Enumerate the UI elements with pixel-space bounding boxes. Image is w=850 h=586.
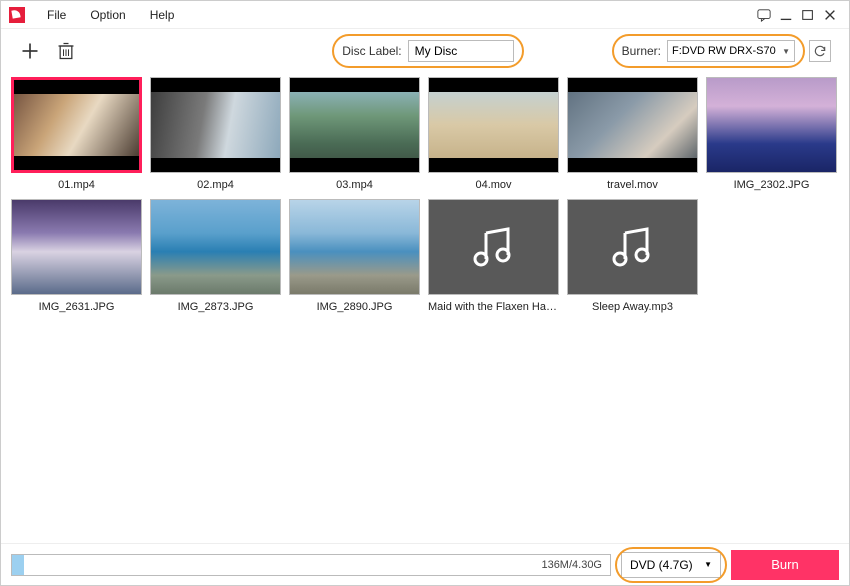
media-label: IMG_2302.JPG xyxy=(734,179,810,191)
media-label: IMG_2631.JPG xyxy=(39,301,115,313)
thumbnail[interactable] xyxy=(150,77,281,173)
thumbnail[interactable] xyxy=(428,77,559,173)
disc-type-value: DVD (4.7G) xyxy=(630,558,693,572)
feedback-icon[interactable] xyxy=(753,6,775,24)
toolbar: Disc Label: Burner: F:DVD RW DRX-S70U ▼ xyxy=(1,29,849,73)
menu-help[interactable]: Help xyxy=(138,8,187,22)
titlebar: File Option Help xyxy=(1,1,849,29)
thumbnail[interactable] xyxy=(150,199,281,295)
thumbnail[interactable] xyxy=(428,199,559,295)
disc-label-text: Disc Label: xyxy=(342,44,401,58)
media-label: 04.mov xyxy=(475,179,511,191)
media-item[interactable]: 04.mov xyxy=(428,77,559,191)
media-item[interactable]: Sleep Away.mp3 xyxy=(567,199,698,313)
burner-group: Burner: F:DVD RW DRX-S70U ▼ xyxy=(622,40,795,62)
thumbnail[interactable] xyxy=(289,77,420,173)
capacity-fill xyxy=(12,555,24,575)
media-label: travel.mov xyxy=(607,179,658,191)
burner-select[interactable]: F:DVD RW DRX-S70U ▼ xyxy=(667,40,795,62)
media-item[interactable]: IMG_2890.JPG xyxy=(289,199,420,313)
media-label: IMG_2890.JPG xyxy=(317,301,393,313)
media-item[interactable]: Maid with the Flaxen Hair.... xyxy=(428,199,559,313)
menu-option[interactable]: Option xyxy=(78,8,137,22)
disc-label-input[interactable] xyxy=(408,40,514,62)
menu-file[interactable]: File xyxy=(35,8,78,22)
media-label: 02.mp4 xyxy=(197,179,234,191)
disc-type-select[interactable]: DVD (4.7G) ▼ xyxy=(621,552,721,578)
media-item[interactable]: travel.mov xyxy=(567,77,698,191)
delete-button[interactable] xyxy=(55,40,77,62)
burner-label-text: Burner: xyxy=(622,44,661,58)
capacity-bar: 136M/4.30G xyxy=(11,554,611,576)
media-label: Maid with the Flaxen Hair.... xyxy=(428,301,559,313)
content-area: 01.mp4 02.mp4 03.mp4 04.mov travel.mov IMG_23… xyxy=(1,73,849,543)
media-label: 03.mp4 xyxy=(336,179,373,191)
media-label: 01.mp4 xyxy=(58,179,95,191)
thumbnail[interactable] xyxy=(567,77,698,173)
chevron-down-icon: ▼ xyxy=(782,47,790,56)
thumbnail[interactable] xyxy=(567,199,698,295)
media-item[interactable]: IMG_2631.JPG xyxy=(11,199,142,313)
burner-value: F:DVD RW DRX-S70U xyxy=(672,45,776,57)
thumbnail[interactable] xyxy=(11,77,142,173)
media-item[interactable]: IMG_2302.JPG xyxy=(706,77,837,191)
disc-label-group: Disc Label: xyxy=(342,40,513,62)
refresh-button[interactable] xyxy=(809,40,831,62)
thumbnail[interactable] xyxy=(11,199,142,295)
media-label: IMG_2873.JPG xyxy=(178,301,254,313)
minimize-icon[interactable] xyxy=(775,6,797,24)
add-button[interactable] xyxy=(19,40,41,62)
media-item[interactable]: 02.mp4 xyxy=(150,77,281,191)
media-item[interactable]: 01.mp4 xyxy=(11,77,142,191)
thumbnail[interactable] xyxy=(706,77,837,173)
media-label: Sleep Away.mp3 xyxy=(592,301,673,313)
burn-button[interactable]: Burn xyxy=(731,550,839,580)
thumbnail[interactable] xyxy=(289,199,420,295)
media-item[interactable]: 03.mp4 xyxy=(289,77,420,191)
thumbnail-grid: 01.mp4 02.mp4 03.mp4 04.mov travel.mov IMG_23… xyxy=(11,77,839,313)
footer: 136M/4.30G DVD (4.7G) ▼ Burn xyxy=(1,543,849,585)
media-item[interactable]: IMG_2873.JPG xyxy=(150,199,281,313)
maximize-icon[interactable] xyxy=(797,6,819,24)
chevron-down-icon: ▼ xyxy=(704,560,712,569)
close-icon[interactable] xyxy=(819,6,841,24)
capacity-text: 136M/4.30G xyxy=(541,559,602,571)
app-icon xyxy=(9,7,25,23)
